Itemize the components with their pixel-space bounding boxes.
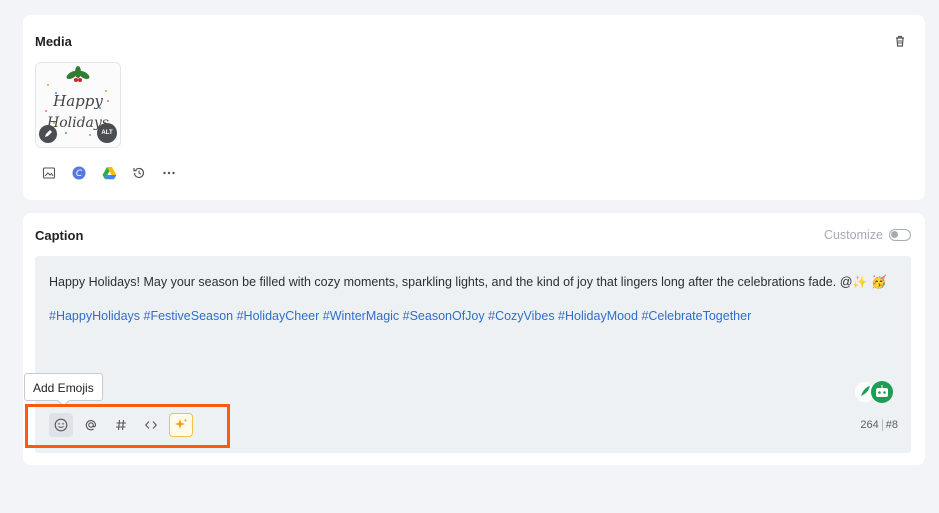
caption-text[interactable]: Happy Holidays! May your season be fille… bbox=[49, 274, 899, 290]
mention-icon[interactable] bbox=[79, 413, 103, 437]
emoji-icon[interactable] bbox=[49, 413, 73, 437]
caption-counter: 264 #8 bbox=[860, 419, 898, 431]
upload-image-icon[interactable] bbox=[41, 165, 57, 181]
counter-divider bbox=[881, 419, 883, 431]
character-count: 264 bbox=[860, 419, 879, 431]
media-card: Media Happy Holidays ALT C bbox=[23, 15, 925, 200]
ai-assistant-icon[interactable] bbox=[853, 380, 895, 404]
media-toolbar: C bbox=[41, 165, 177, 181]
hashtag-icon[interactable] bbox=[109, 413, 133, 437]
google-drive-icon[interactable] bbox=[101, 165, 117, 181]
canva-icon[interactable]: C bbox=[71, 165, 87, 181]
caption-title: Caption bbox=[35, 228, 84, 243]
ai-sparkle-icon[interactable] bbox=[169, 413, 193, 437]
edit-pencil-icon[interactable] bbox=[39, 125, 57, 143]
svg-text:Happy: Happy bbox=[52, 92, 103, 110]
alt-badge[interactable]: ALT bbox=[97, 123, 117, 143]
trash-icon[interactable] bbox=[893, 34, 907, 48]
caption-hashtags[interactable]: #HappyHolidays #FestiveSeason #HolidayCh… bbox=[49, 308, 751, 324]
history-icon[interactable] bbox=[131, 165, 147, 181]
code-icon[interactable] bbox=[139, 413, 163, 437]
media-thumbnail[interactable]: Happy Holidays ALT bbox=[35, 62, 121, 148]
customize-control[interactable]: Customize bbox=[824, 228, 911, 242]
more-icon[interactable] bbox=[161, 165, 177, 181]
add-emojis-tooltip: Add Emojis bbox=[24, 373, 103, 401]
customize-toggle[interactable] bbox=[889, 229, 911, 241]
media-title: Media bbox=[35, 34, 72, 49]
svg-text:C: C bbox=[76, 169, 83, 179]
customize-label: Customize bbox=[823, 228, 883, 242]
hashtag-count: #8 bbox=[885, 419, 898, 431]
editor-toolbar bbox=[49, 413, 193, 437]
